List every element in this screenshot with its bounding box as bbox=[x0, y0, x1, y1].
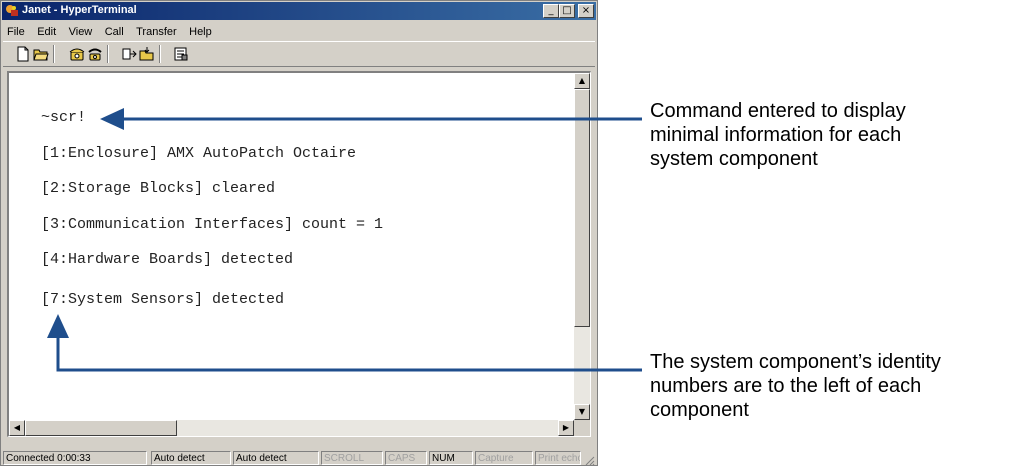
annotation-arrows bbox=[47, 108, 642, 372]
command-arrow bbox=[100, 108, 642, 130]
identity-arrow bbox=[47, 314, 642, 372]
